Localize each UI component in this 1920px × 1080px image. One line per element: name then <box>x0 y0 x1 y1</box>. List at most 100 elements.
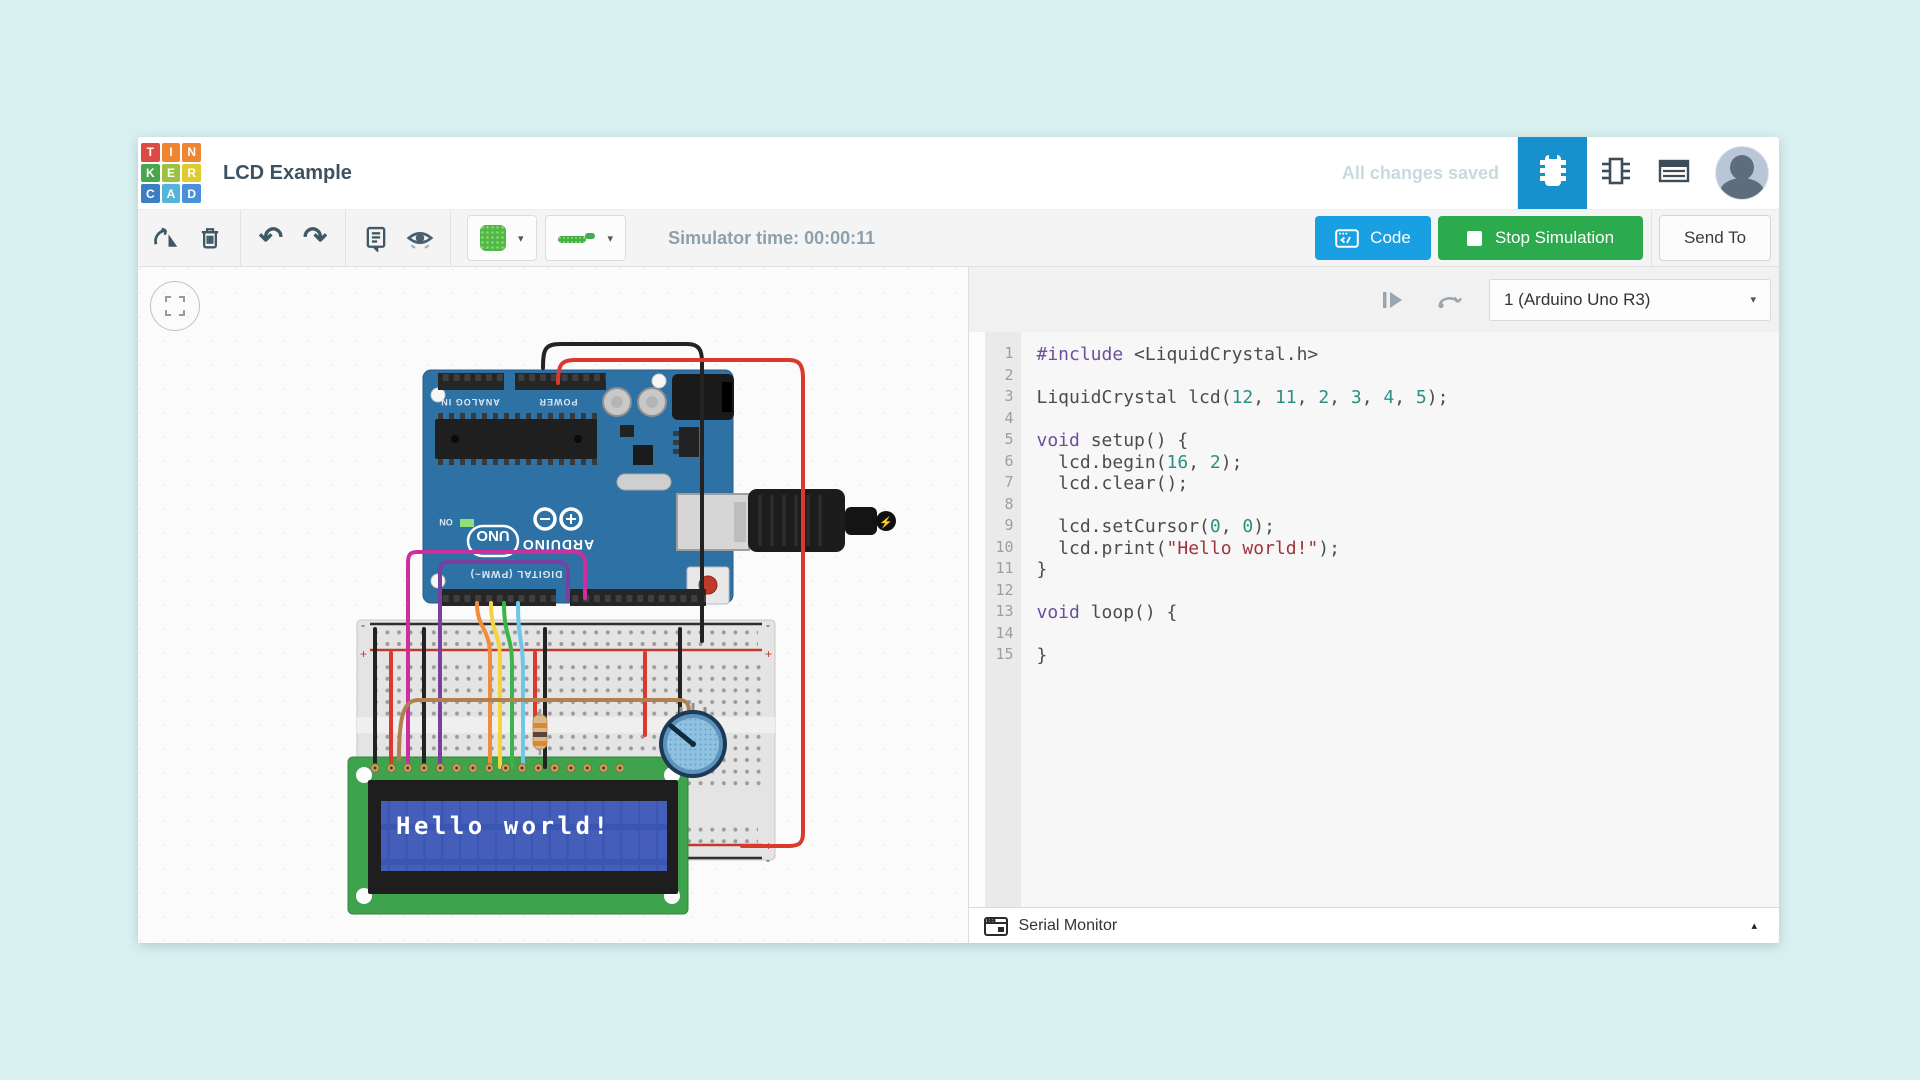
rotate-icon <box>151 223 181 253</box>
board-select-dropdown[interactable]: 1 (Arduino Uno R3) ▾ <box>1489 279 1771 321</box>
code-line[interactable]: lcd.setCursor(0, 0); <box>1037 516 1780 538</box>
uno-logo: UNO <box>476 527 510 544</box>
toolbar-separator <box>450 210 451 266</box>
code-line[interactable]: } <box>1037 645 1780 667</box>
component-color-swatch <box>480 225 506 251</box>
redo-button[interactable]: ↷ <box>293 216 337 260</box>
lcd-pin-hole <box>520 767 523 770</box>
stop-button-label: Stop Simulation <box>1495 228 1614 248</box>
toolbar-separator <box>345 210 346 266</box>
undo-icon: ↶ <box>259 216 283 260</box>
breadboard-chip-icon <box>1536 152 1570 195</box>
wire-type-dropdown[interactable]: ▾ <box>545 215 627 261</box>
collapse-caret-icon[interactable]: ▴ <box>1751 919 1757 932</box>
svg-text:+: + <box>360 647 367 661</box>
power-spark-icon: ⚡ <box>879 516 893 529</box>
delete-icon <box>196 224 224 252</box>
lcd-pin-hole <box>406 767 409 770</box>
lcd-pin-hole <box>390 767 393 770</box>
serial-monitor-label: Serial Monitor <box>1019 917 1118 935</box>
code-line[interactable]: } <box>1037 559 1780 581</box>
logo-tile: R <box>182 164 201 183</box>
circuit: - + - + + - ANALOG IN <box>138 267 968 943</box>
stop-simulation-button[interactable]: Stop Simulation <box>1438 216 1643 260</box>
code-line[interactable]: void setup() { <box>1037 430 1780 452</box>
code-text-area[interactable]: #include <LiquidCrystal.h> LiquidCrystal… <box>1021 332 1780 907</box>
delete-button[interactable] <box>188 216 232 260</box>
circuit-canvas[interactable]: - + - + + - ANALOG IN <box>138 267 968 943</box>
avatar[interactable] <box>1715 146 1769 200</box>
schematic-view-button[interactable] <box>1592 137 1640 209</box>
code-line[interactable] <box>1037 581 1780 603</box>
code-line[interactable]: lcd.clear(); <box>1037 473 1780 495</box>
visibility-button[interactable] <box>398 216 442 260</box>
code-line[interactable]: #include <LiquidCrystal.h> <box>1037 344 1780 366</box>
code-line[interactable]: lcd.print("Hello world!"); <box>1037 538 1780 560</box>
board-select-value: 1 (Arduino Uno R3) <box>1504 290 1650 310</box>
send-to-button[interactable]: Send To <box>1659 215 1771 261</box>
code-button[interactable]: Code <box>1315 216 1431 260</box>
lcd-display[interactable]: Hello world! <box>348 757 688 914</box>
line-number: 7 <box>985 473 1021 495</box>
svg-text:-: - <box>766 618 770 632</box>
line-number: 14 <box>985 624 1021 646</box>
code-line[interactable] <box>1037 366 1780 388</box>
notes-button[interactable] <box>354 216 398 260</box>
wire-swatch <box>558 231 596 245</box>
toolbar: ↶ ↷ ▾ ▾ Simulator time: 00:00:11 <box>138 209 1779 267</box>
code-button-label: Code <box>1370 228 1411 248</box>
code-line[interactable]: void loop() { <box>1037 602 1780 624</box>
line-number: 5 <box>985 430 1021 452</box>
code-line[interactable] <box>1037 409 1780 431</box>
usb-cable[interactable]: ⚡ <box>677 489 896 552</box>
rotate-button[interactable] <box>144 216 188 260</box>
breadboard-view-button[interactable] <box>1517 137 1587 209</box>
redo-icon: ↷ <box>303 216 327 260</box>
line-number: 10 <box>985 538 1021 560</box>
code-editor[interactable]: 123456789101112131415 #include <LiquidCr… <box>969 332 1780 907</box>
undo-button[interactable]: ↶ <box>249 216 293 260</box>
logo-tile: E <box>162 164 181 183</box>
arduino-uno[interactable]: ANALOG IN POWER <box>423 370 734 606</box>
svg-text:-: - <box>361 618 365 632</box>
code-panel-topbar: 1 (Arduino Uno R3) ▾ <box>969 267 1780 332</box>
line-number: 15 <box>985 645 1021 667</box>
rotate-component-button[interactable] <box>1433 284 1465 316</box>
avatar-head <box>1730 155 1754 180</box>
svg-text:+: + <box>765 647 772 661</box>
debug-step-button[interactable] <box>1377 284 1409 316</box>
code-line[interactable] <box>1037 495 1780 517</box>
line-number: 13 <box>985 602 1021 624</box>
lcd-pin-hole <box>439 767 442 770</box>
avatar-shoulders <box>1720 178 1764 200</box>
stop-icon <box>1467 231 1482 246</box>
send-to-label: Send To <box>1684 228 1746 248</box>
tinkercad-logo[interactable]: TINKERCAD <box>141 143 201 203</box>
toolbar-actions: Code Stop Simulation Send To <box>1315 210 1771 266</box>
lcd-pin-hole <box>553 767 556 770</box>
logo-tile: D <box>182 184 201 203</box>
visibility-icon <box>405 223 435 253</box>
code-line[interactable]: LiquidCrystal lcd(12, 11, 2, 3, 4, 5); <box>1037 387 1780 409</box>
chevron-down-icon: ▾ <box>1750 293 1756 306</box>
line-number: 6 <box>985 452 1021 474</box>
schematic-view-icon <box>1598 153 1634 194</box>
main-area: - + - + + - ANALOG IN <box>138 267 1779 943</box>
component-color-dropdown[interactable]: ▾ <box>467 215 537 261</box>
code-line[interactable] <box>1037 624 1780 646</box>
autosave-status: All changes saved <box>1342 163 1499 184</box>
digital-label: DIGITAL (PWM~) <box>470 568 563 579</box>
analog-in-label: ANALOG IN <box>440 397 500 407</box>
resistor[interactable] <box>533 709 547 755</box>
code-line[interactable]: lcd.begin(16, 2); <box>1037 452 1780 474</box>
lcd-pin-hole <box>374 767 377 770</box>
chevron-down-icon: ▾ <box>608 232 614 245</box>
header: TINKERCAD LCD Example All changes saved <box>138 137 1779 209</box>
toolbar-separator <box>1651 210 1652 266</box>
app-window: TINKERCAD LCD Example All changes saved <box>138 137 1779 943</box>
lcd-pin-hole <box>488 767 491 770</box>
serial-monitor-bar[interactable]: Serial Monitor ▴ <box>969 907 1780 943</box>
component-list-button[interactable] <box>1650 137 1698 209</box>
lcd-pin-hole <box>569 767 572 770</box>
line-number-gutter: 123456789101112131415 <box>985 332 1021 907</box>
